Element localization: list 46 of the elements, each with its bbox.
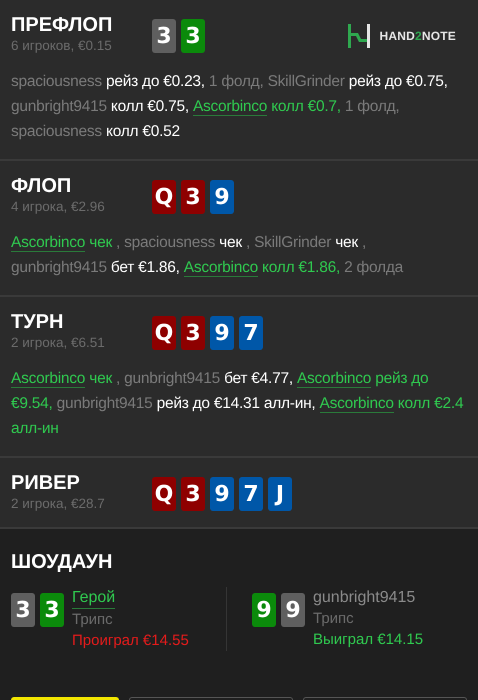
playing-card: 3 [40, 593, 64, 627]
action-log: Ascorbinco чек , spaciousness чек , SkillGrinder чек , gunbright9415 бет €1.86, Ascorbinco колл €1.86, 2 фолда [11, 233, 404, 279]
logo-text: HAND2NOTE [380, 29, 456, 43]
player-link[interactable]: Герой [72, 587, 116, 609]
playing-card: 9 [210, 180, 234, 214]
street-info: 4 игрока, €2.96 [11, 199, 106, 215]
playing-card: 7 [239, 477, 263, 511]
street-title: ТУРН [11, 310, 64, 335]
street-title: ФЛОП [11, 174, 72, 199]
action-log: Ascorbinco чек , gunbright9415 бет €4.77, Ascorbinco рейз до €9.54, gunbright9415 рейз до €14.31 алл-ин, Ascorbinco колл €2.4 алл-ин [11, 369, 464, 439]
street-info: 2 игрока, €28.7 [11, 496, 106, 512]
button[interactable] [128, 697, 293, 700]
playing-card: 9 [210, 316, 234, 350]
player-link[interactable]: Ascorbinco [296, 370, 372, 388]
playing-card: J [268, 477, 292, 511]
playing-card: Q [152, 477, 176, 511]
hand-rank: Трипс [72, 610, 114, 630]
player-link[interactable]: Ascorbinco [320, 395, 394, 413]
street-info: 6 игроков, €0.15 [11, 38, 113, 54]
playing-card: 3 [152, 19, 176, 53]
player-link[interactable]: Ascorbinco [184, 259, 258, 277]
playing-card: 3 [181, 180, 205, 214]
player-name: gunbright9415 [313, 588, 416, 608]
player-link[interactable]: Ascorbinco [192, 98, 268, 116]
button[interactable] [302, 697, 467, 700]
playing-card: Q [152, 316, 176, 350]
hand-rank: Трипс [313, 609, 355, 629]
playing-card: 3 [11, 593, 35, 627]
playing-card: Q [152, 180, 176, 214]
playing-card: 7 [239, 316, 263, 350]
result-text: Выиграл €14.15 [313, 630, 424, 650]
playing-card: 9 [281, 593, 305, 627]
street-title: ПРЕФЛОП [11, 13, 114, 38]
player-link[interactable]: Ascorbinco [11, 370, 86, 388]
playing-card: 9 [252, 593, 276, 627]
street-info: 2 игрока, €6.51 [11, 335, 106, 351]
logo-icon [348, 24, 370, 48]
action-log: spaciousness рейз до €0.23, 1 фолд, SkillGrinder рейз до €0.75, gunbright9415 колл €0.75, Ascorbinco колл €0.7, 1 фолд, spaciousness колл €0.52 [11, 72, 449, 142]
result-text: Проиграл €14.55 [72, 631, 189, 651]
playing-card: 3 [181, 316, 205, 350]
playing-card: 3 [181, 477, 205, 511]
playing-card: 9 [210, 477, 234, 511]
street-title: РИВЕР [11, 471, 81, 496]
playing-card: 3 [181, 19, 205, 53]
showdown-title: ШОУДАУН [11, 550, 114, 575]
player-link[interactable]: Ascorbinco [11, 234, 86, 252]
